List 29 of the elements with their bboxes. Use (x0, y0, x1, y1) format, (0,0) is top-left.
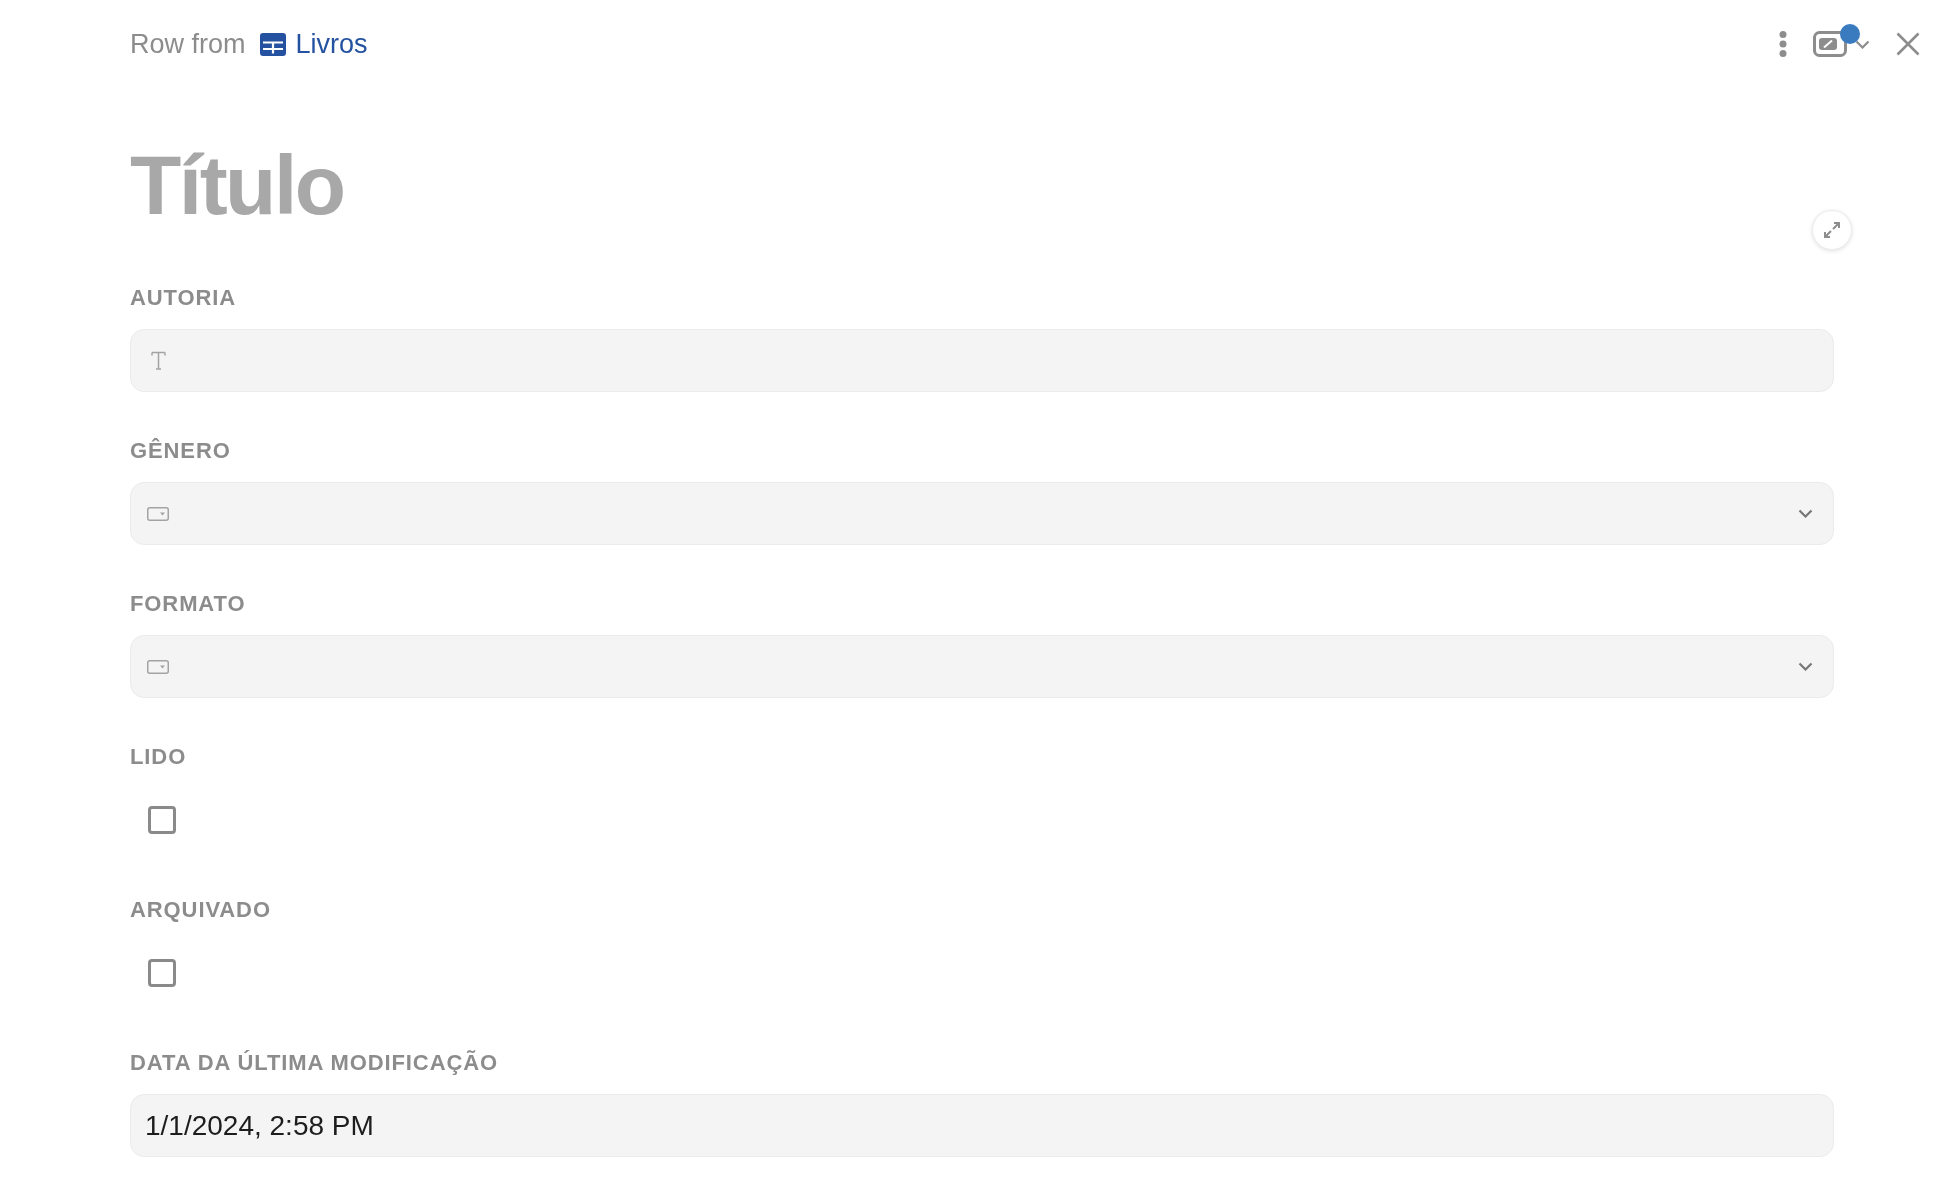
select-box-icon (147, 506, 169, 521)
checkbox[interactable] (148, 958, 176, 987)
chevron-icon (1798, 509, 1813, 518)
expand-button[interactable] (1812, 210, 1852, 250)
expand-icon (1823, 221, 1841, 239)
select-field[interactable] (130, 482, 1834, 545)
field-label: DATA DA ÚLTIMA MODIFICAÇÃO (130, 1049, 499, 1077)
breadcrumb-prefix: Row from (130, 28, 246, 60)
text-field[interactable] (130, 329, 1834, 392)
field-label: AUTORIA (130, 284, 238, 312)
close-button[interactable] (1896, 32, 1920, 56)
table-icon (259, 32, 286, 56)
table-link[interactable]: Livros (259, 28, 368, 60)
select-field[interactable] (130, 635, 1834, 698)
field-label: LIDO (130, 743, 188, 771)
text-type-icon (151, 351, 166, 370)
date-field: 1/1/2024, 2:58 PM (130, 1094, 1834, 1157)
checkbox[interactable] (148, 805, 176, 834)
caret-icon (1855, 39, 1870, 49)
field-label: GÊNERO (130, 437, 232, 465)
card-view-icon (1813, 31, 1847, 57)
title-field[interactable]: Título (130, 143, 370, 227)
close-icon (1896, 32, 1920, 56)
kebab-icon (1779, 31, 1787, 57)
field-label: FORMATO (130, 590, 247, 618)
chevron-icon (1798, 662, 1813, 671)
more-options-button[interactable] (1779, 31, 1787, 57)
select-box-icon (147, 659, 169, 674)
field-label: ARQUIVADO (130, 896, 272, 924)
